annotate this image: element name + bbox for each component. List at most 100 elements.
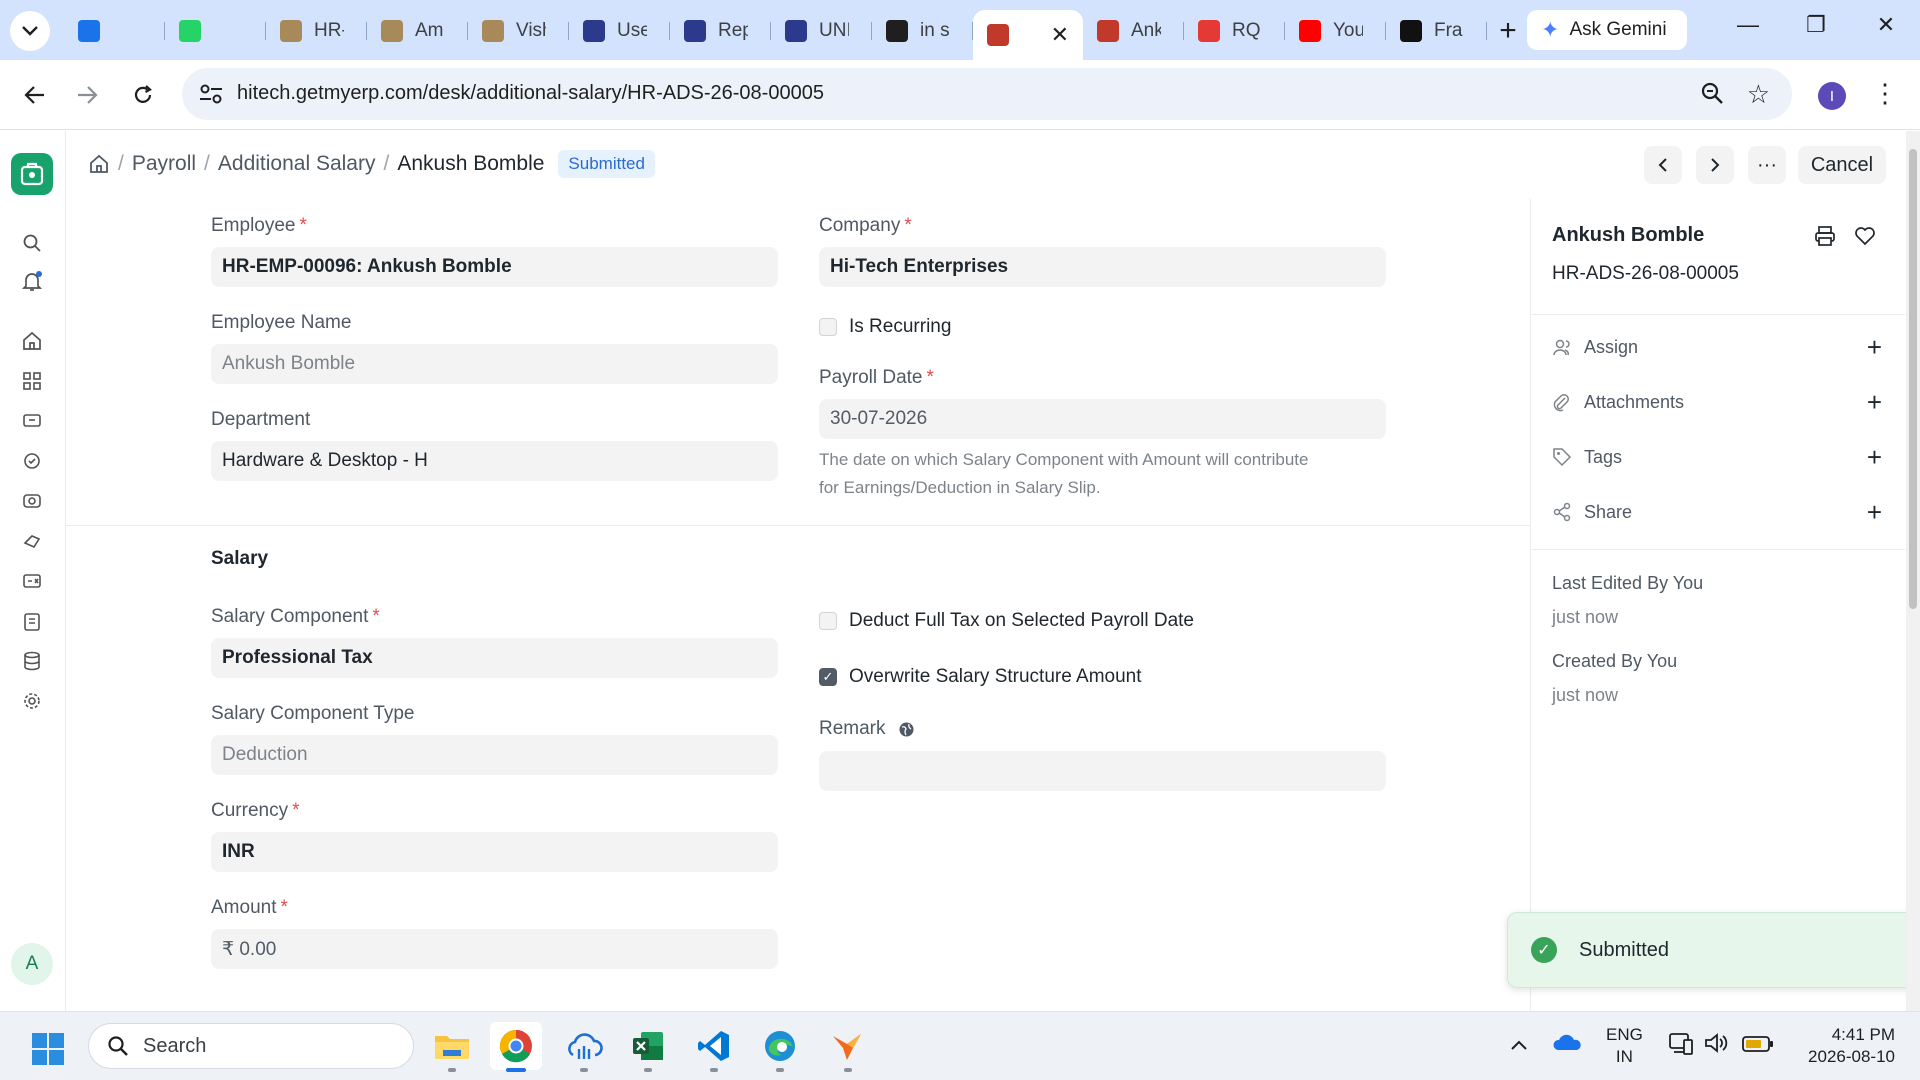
salary-component-field[interactable]: Professional Tax [211, 638, 778, 678]
volume-icon[interactable] [1704, 1032, 1728, 1060]
notification-bell-icon[interactable] [20, 269, 44, 293]
close-window-button[interactable]: ✕ [1866, 12, 1906, 38]
close-tab-icon[interactable]: ✕ [1051, 22, 1069, 48]
browser-tab[interactable]: in s [872, 10, 973, 52]
browser-tab[interactable]: Fra [1386, 10, 1487, 52]
erp-icon [280, 20, 302, 42]
browser-tab[interactable]: UNI [771, 10, 872, 52]
next-doc-button[interactable] [1696, 146, 1734, 184]
chrome-app[interactable] [490, 1022, 542, 1072]
add-share-icon[interactable]: + [1867, 497, 1882, 528]
salary-section-title: Salary [211, 548, 269, 569]
browser-tab[interactable]: ✕ [973, 10, 1083, 60]
language-indicator[interactable]: ENG IN [1606, 1024, 1643, 1068]
bookmark-star-icon[interactable]: ☆ [1747, 79, 1770, 110]
home-icon[interactable] [20, 329, 44, 353]
browser-tab[interactable]: You [1285, 10, 1386, 52]
browser-tab[interactable]: Use [569, 10, 670, 52]
tab-search-button[interactable] [10, 11, 50, 51]
pinned-app[interactable] [822, 1022, 874, 1072]
sidebar-assign[interactable]: Assign + [1552, 332, 1882, 362]
minimize-button[interactable]: — [1728, 12, 1768, 38]
breadcrumb-additional-salary[interactable]: Additional Salary [218, 152, 376, 176]
browser-tab[interactable]: Vish [468, 10, 569, 52]
zoom-icon[interactable] [1700, 81, 1724, 105]
payroll-icon[interactable] [20, 569, 44, 593]
home-icon[interactable] [88, 153, 110, 175]
sidebar-divider [1531, 549, 1905, 550]
currency-field[interactable]: INR [211, 832, 778, 872]
tenure-icon[interactable] [20, 449, 44, 473]
database-icon[interactable] [20, 649, 44, 673]
add-attachment-icon[interactable]: + [1867, 387, 1882, 418]
payroll-date-field[interactable]: 30-07-2026 [819, 399, 1386, 439]
overwrite-salary-checkbox[interactable]: ✓ [819, 668, 837, 686]
new-tab-button[interactable]: + [1487, 10, 1529, 52]
reload-button[interactable] [126, 78, 160, 112]
edge-app[interactable] [754, 1022, 806, 1072]
salary-component-type-field: Deduction [211, 735, 778, 775]
employee-field[interactable]: HR-EMP-00096: Ankush Bomble [211, 247, 778, 287]
settings-gear-icon[interactable] [20, 689, 44, 713]
company-field[interactable]: Hi-Tech Enterprises [819, 247, 1386, 287]
more-actions-button[interactable]: ··· [1748, 146, 1786, 184]
network-icon[interactable] [1668, 1032, 1694, 1062]
clipboard-icon[interactable] [20, 609, 44, 633]
restore-button[interactable]: ❐ [1796, 12, 1836, 38]
is-recurring-checkbox[interactable] [819, 318, 837, 336]
taskbar-search[interactable]: Search [88, 1023, 414, 1069]
print-icon[interactable] [1814, 225, 1836, 247]
amount-field[interactable]: ₹ 0.00 [211, 929, 778, 969]
expense-claims-icon[interactable] [20, 529, 44, 553]
frappe-icon [987, 24, 1009, 46]
sidebar-share[interactable]: Share + [1552, 497, 1882, 527]
browser-tab[interactable]: RQ [1184, 10, 1285, 52]
system-clock[interactable]: 4:41 PM 2026-08-10 [1795, 1024, 1895, 1068]
forward-button[interactable] [70, 78, 104, 112]
battery-icon[interactable] [1742, 1035, 1774, 1059]
heart-icon[interactable] [1854, 226, 1876, 246]
payroll-date-help: The date on which Salary Component with … [819, 446, 1379, 502]
search-icon[interactable] [20, 231, 44, 255]
file-explorer-app[interactable] [426, 1022, 478, 1072]
cloud-network-icon [568, 1033, 603, 1059]
onedrive-icon[interactable] [1552, 1032, 1582, 1058]
department-field[interactable]: Hardware & Desktop - H [211, 441, 778, 481]
shift-icon[interactable] [20, 489, 44, 513]
windows-start-icon[interactable] [32, 1033, 64, 1065]
browser-tab[interactable] [64, 10, 165, 52]
ask-gemini-button[interactable]: ✦ Ask Gemini [1527, 10, 1687, 50]
excel-app[interactable] [622, 1022, 674, 1072]
sidebar-attachments[interactable]: Attachments + [1552, 387, 1882, 417]
browser-tab[interactable]: HR- [266, 10, 367, 52]
scrollbar-thumb[interactable] [1909, 149, 1917, 609]
app-logo[interactable] [11, 153, 53, 195]
cancel-button[interactable]: Cancel [1798, 146, 1886, 184]
cloud-app[interactable] [558, 1022, 610, 1072]
page-scrollbar[interactable] [1906, 131, 1920, 1011]
chevron-up-icon[interactable] [1510, 1034, 1528, 1057]
breadcrumb-payroll[interactable]: Payroll [132, 152, 196, 176]
profile-avatar[interactable]: I [1818, 82, 1846, 110]
sidebar-tags[interactable]: Tags + [1552, 442, 1882, 472]
address-bar[interactable]: hitech.getmyerp.com/desk/additional-sala… [182, 68, 1792, 120]
browser-tab[interactable]: Rep [670, 10, 771, 52]
browser-tab[interactable]: Ank [1083, 10, 1184, 52]
browser-tab-label: Use [617, 20, 647, 41]
document-sidebar: Ankush Bomble HR-ADS-26-08-00005 Assign … [1530, 199, 1905, 1011]
browser-tab[interactable] [165, 10, 266, 52]
add-tag-icon[interactable]: + [1867, 442, 1882, 473]
apps-grid-icon[interactable] [20, 369, 44, 393]
browser-menu-icon[interactable]: ⋮ [1872, 78, 1898, 109]
browser-tab[interactable]: Am [367, 10, 468, 52]
back-button[interactable] [18, 78, 52, 112]
deduct-full-tax-checkbox[interactable] [819, 612, 837, 630]
user-avatar[interactable]: A [11, 943, 53, 985]
browser-tab-label: Rep [718, 20, 748, 41]
vscode-app[interactable] [688, 1022, 740, 1072]
language-line1: ENG [1606, 1025, 1643, 1044]
remark-field[interactable] [819, 751, 1386, 791]
previous-doc-button[interactable] [1644, 146, 1682, 184]
add-assign-icon[interactable]: + [1867, 332, 1882, 363]
recruitment-icon[interactable] [20, 409, 44, 433]
